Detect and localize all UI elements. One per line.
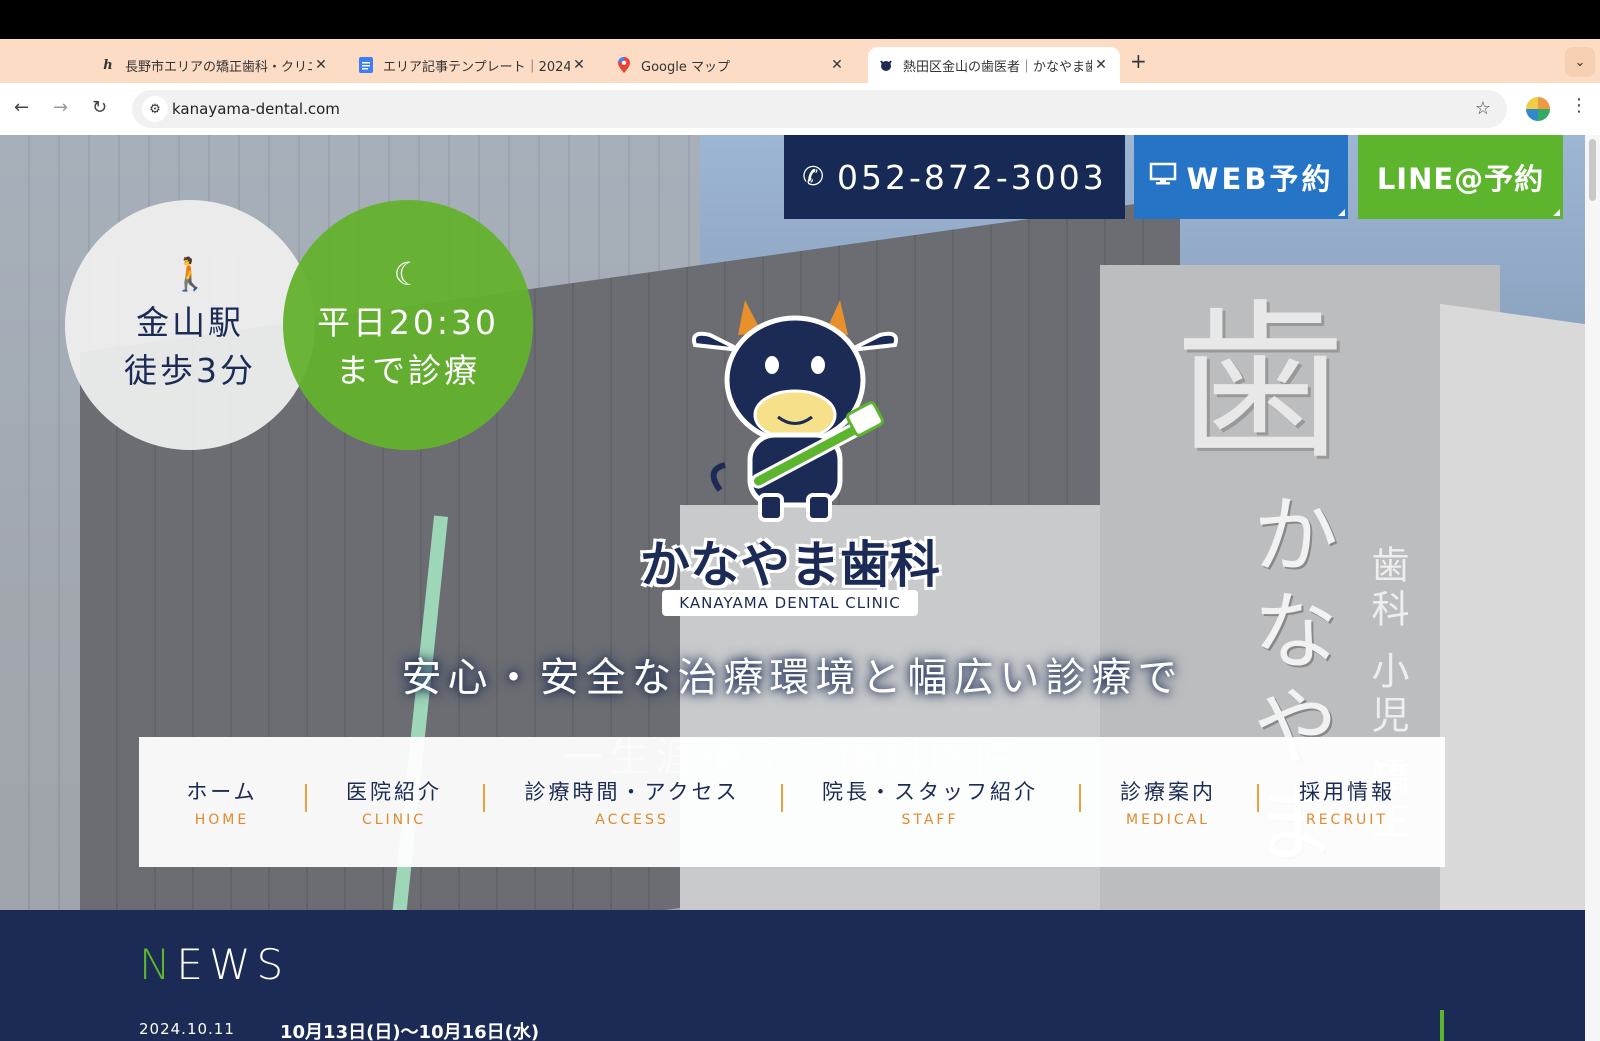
line-reservation-label: LINE@予約 bbox=[1376, 162, 1545, 196]
web-reservation-button[interactable]: WEB予約 bbox=[1134, 135, 1348, 219]
forward-arrow-icon[interactable]: → bbox=[53, 97, 68, 118]
new-tab-button[interactable]: + bbox=[1130, 49, 1147, 73]
more-menu-icon[interactable]: ⋮ bbox=[1570, 95, 1588, 116]
hero-background-building-right bbox=[1440, 303, 1585, 910]
tab-1-favicon: h bbox=[103, 57, 113, 73]
nav-staff-label: 院長・スタッフ紹介 bbox=[822, 780, 1038, 804]
nav-medical-sublabel: MEDICAL bbox=[1126, 812, 1210, 828]
news-section: NEWS 2024.10.11 10月13日(日)〜10月16日(水) bbox=[0, 910, 1585, 1041]
bookmark-star-icon[interactable]: ☆ bbox=[1475, 98, 1491, 119]
global-navigation: ホーム HOME 医院紹介 CLINIC 診療時間・アクセス ACCESS 院長… bbox=[139, 737, 1445, 867]
tab-strip: h 長野市エリアの矯正歯科・クリニ ✕ エリア記事テンプレート｜2024( ✕ … bbox=[0, 39, 1600, 109]
tab-4-close-icon[interactable]: ✕ bbox=[1092, 57, 1110, 73]
cow-mascot-icon bbox=[692, 300, 898, 522]
nav-clinic[interactable]: 医院紹介 CLINIC bbox=[305, 762, 483, 842]
hours-badge: ☾ 平日20:30 まで診療 bbox=[283, 200, 533, 450]
tab-1-close-icon[interactable]: ✕ bbox=[312, 57, 330, 73]
clinic-logo-japanese: かなやま歯科 bbox=[640, 536, 940, 594]
nav-staff-sublabel: STAFF bbox=[901, 812, 959, 828]
address-bar[interactable]: ⚙ kanayama-dental.com ☆ bbox=[132, 90, 1507, 128]
hero-tagline: 安心・安全な治療環境と幅広い診療で bbox=[401, 655, 1184, 701]
clinic-logo-english: KANAYAMA DENTAL CLINIC bbox=[662, 590, 918, 616]
news-heading: NEWS bbox=[139, 940, 289, 989]
tel-button[interactable]: ✆ 052-872-3003 bbox=[784, 135, 1125, 219]
station-name: 金山駅 bbox=[136, 303, 244, 342]
nav-access[interactable]: 診療時間・アクセス ACCESS bbox=[483, 762, 781, 842]
page-viewport: 歯 かなやま 歯科 小児 矯正 ✆ 052-872-3003 WEB予約 LIN… bbox=[0, 135, 1600, 1041]
moon-icon: ☾ bbox=[393, 255, 423, 293]
web-reservation-label: WEB予約 bbox=[1186, 162, 1334, 196]
phone-icon: ✆ bbox=[802, 162, 827, 192]
nav-home-sublabel: HOME bbox=[194, 812, 250, 828]
reload-icon[interactable]: ↻ bbox=[92, 97, 107, 118]
news-heading-rest: EWS bbox=[176, 940, 290, 989]
tab-2[interactable]: エリア記事テンプレート｜2024( ✕ bbox=[348, 47, 598, 83]
nav-clinic-sublabel: CLINIC bbox=[361, 812, 427, 828]
browser-toolbar: ← → ↻ ⚙ kanayama-dental.com ☆ ⋮ bbox=[0, 83, 1600, 135]
nav-recruit-sublabel: RECRUIT bbox=[1305, 812, 1388, 828]
monitor-icon bbox=[1149, 162, 1177, 193]
tab-4-title: 熱田区金山の歯医者｜かなやま歯 bbox=[903, 59, 1092, 75]
tab-4-active[interactable]: 熱田区金山の歯医者｜かなやま歯 ✕ bbox=[868, 47, 1120, 83]
site-settings-icon[interactable]: ⚙ bbox=[142, 96, 168, 122]
tel-number: 052-872-3003 bbox=[837, 157, 1107, 197]
nav-recruit-label: 採用情報 bbox=[1299, 780, 1395, 804]
corner-arrow-icon bbox=[1338, 209, 1345, 216]
tab-1-title: 長野市エリアの矯正歯科・クリニ bbox=[125, 59, 312, 75]
nav-medical-label: 診療案内 bbox=[1120, 780, 1216, 804]
scrollbar-thumb[interactable] bbox=[1589, 139, 1596, 201]
tab-3-title: Google マップ bbox=[641, 59, 730, 75]
news-item-link[interactable]: 10月13日(日)〜10月16日(水) bbox=[280, 1018, 539, 1041]
back-arrow-icon[interactable]: ← bbox=[14, 97, 29, 118]
nav-home[interactable]: ホーム HOME bbox=[139, 762, 305, 842]
url-text[interactable]: kanayama-dental.com bbox=[172, 100, 340, 118]
nav-clinic-label: 医院紹介 bbox=[346, 780, 442, 804]
tab-1[interactable]: h 長野市エリアの矯正歯科・クリニ ✕ bbox=[90, 47, 340, 83]
news-heading-initial: N bbox=[139, 940, 177, 989]
maps-pin-icon bbox=[616, 57, 632, 73]
hero-section: 歯 かなやま 歯科 小児 矯正 ✆ 052-872-3003 WEB予約 LIN… bbox=[0, 135, 1585, 910]
tab-2-title: エリア記事テンプレート｜2024( bbox=[383, 59, 570, 75]
news-item-date: 2024.10.11 bbox=[139, 1020, 235, 1038]
tab-3[interactable]: Google マップ ✕ bbox=[606, 47, 856, 83]
corner-arrow-icon bbox=[1553, 209, 1560, 216]
station-badge: 🚶 金山駅 徒歩3分 bbox=[65, 200, 315, 450]
nav-medical[interactable]: 診療案内 MEDICAL bbox=[1079, 762, 1257, 842]
station-walk-time: 徒歩3分 bbox=[124, 351, 256, 390]
page-scrollbar[interactable] bbox=[1585, 135, 1600, 1041]
nav-staff[interactable]: 院長・スタッフ紹介 STAFF bbox=[781, 762, 1079, 842]
nav-home-label: ホーム bbox=[186, 780, 258, 804]
building-sign-ha: 歯 bbox=[1175, 285, 1346, 483]
nav-access-label: 診療時間・アクセス bbox=[524, 780, 740, 804]
window-top-bar bbox=[0, 0, 1600, 39]
cow-icon bbox=[878, 57, 894, 73]
tab-search-chevron-icon[interactable]: ⌄ bbox=[1565, 47, 1595, 77]
nav-access-sublabel: ACCESS bbox=[595, 812, 669, 828]
news-scroll-indicator bbox=[1440, 1010, 1444, 1041]
hours-caption: まで診療 bbox=[336, 351, 480, 390]
docs-icon bbox=[358, 57, 374, 73]
nav-recruit[interactable]: 採用情報 RECRUIT bbox=[1257, 762, 1437, 842]
profile-avatar[interactable] bbox=[1526, 97, 1550, 121]
tab-2-close-icon[interactable]: ✕ bbox=[570, 57, 588, 73]
walking-person-icon: 🚶 bbox=[170, 255, 210, 293]
tab-3-close-icon[interactable]: ✕ bbox=[828, 57, 846, 73]
hours-time: 平日20:30 bbox=[316, 303, 500, 342]
line-reservation-button[interactable]: LINE@予約 bbox=[1358, 135, 1563, 219]
